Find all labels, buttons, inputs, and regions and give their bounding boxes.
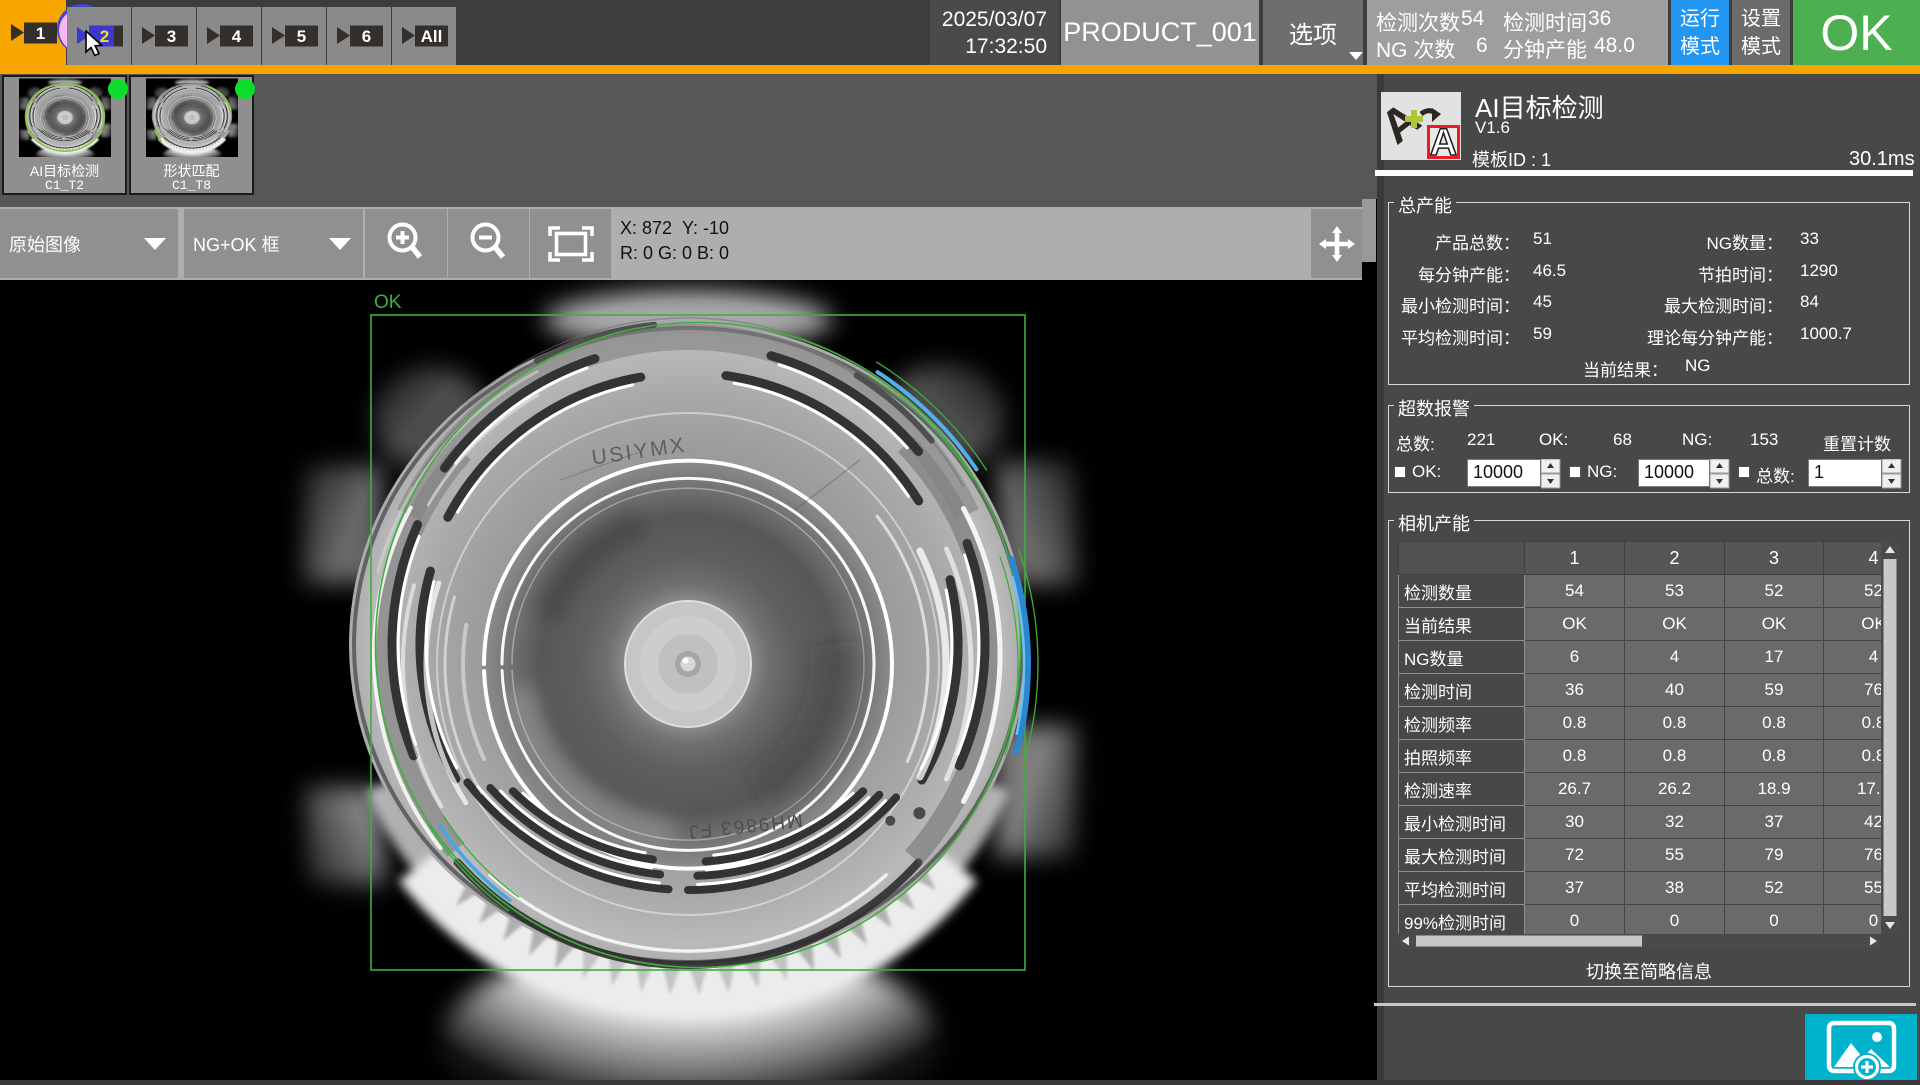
- svg-text:A: A: [1381, 92, 1430, 154]
- svg-text:1: 1: [35, 24, 44, 43]
- svg-text:All: All: [420, 27, 442, 46]
- svg-text:3: 3: [166, 27, 175, 46]
- svg-text:6: 6: [361, 27, 370, 46]
- svg-text:A: A: [1430, 122, 1457, 160]
- svg-text:OK: OK: [374, 292, 402, 313]
- svg-text:4: 4: [231, 27, 241, 46]
- svg-text:5: 5: [296, 27, 305, 46]
